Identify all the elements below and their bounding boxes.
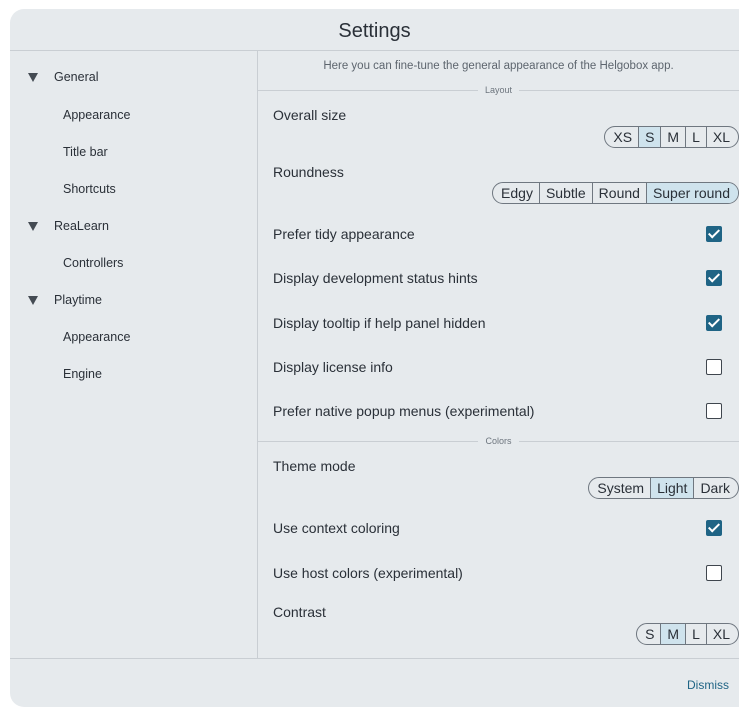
sidebar-item-playtime-appearance[interactable]: Appearance <box>63 327 130 347</box>
roundness-option-super-round[interactable]: Super round <box>645 183 738 203</box>
contrast-option-s[interactable]: S <box>637 624 660 644</box>
context-coloring-checkbox[interactable] <box>706 520 722 536</box>
sidebar-item-label: Playtime <box>54 293 102 307</box>
sidebar-item-shortcuts[interactable]: Shortcuts <box>63 179 116 199</box>
context-coloring-label: Use context coloring <box>273 520 400 536</box>
native-popup-label: Prefer native popup menus (experimental) <box>273 403 535 419</box>
tooltip-hidden-label: Display tooltip if help panel hidden <box>273 315 486 331</box>
dismiss-button[interactable]: Dismiss <box>687 678 729 692</box>
size-option-xl[interactable]: XL <box>705 127 738 147</box>
roundness-segmented: Edgy Subtle Round Super round <box>492 182 739 204</box>
host-colors-label: Use host colors (experimental) <box>273 565 463 581</box>
theme-mode-label: Theme mode <box>273 458 356 474</box>
overall-size-segmented: XS S M L XL <box>604 126 739 148</box>
theme-mode-segmented: System Light Dark <box>588 477 739 499</box>
contrast-option-m[interactable]: M <box>660 624 686 644</box>
expand-triangle-icon[interactable] <box>28 73 38 82</box>
roundness-option-subtle[interactable]: Subtle <box>538 183 592 203</box>
page-description: Here you can fine-tune the general appea… <box>323 60 674 72</box>
dev-status-hints-checkbox[interactable] <box>706 270 722 286</box>
roundness-option-round[interactable]: Round <box>591 183 646 203</box>
contrast-label: Contrast <box>273 604 326 620</box>
prefer-tidy-label: Prefer tidy appearance <box>273 226 415 242</box>
roundness-option-edgy[interactable]: Edgy <box>493 183 539 203</box>
dev-status-hints-label: Display development status hints <box>273 270 478 286</box>
contrast-option-xl[interactable]: XL <box>705 624 738 644</box>
tooltip-hidden-checkbox[interactable] <box>706 315 722 331</box>
expand-triangle-icon[interactable] <box>28 222 38 231</box>
license-info-label: Display license info <box>273 359 393 375</box>
sidebar-item-title-bar[interactable]: Title bar <box>63 142 108 162</box>
size-option-l[interactable]: L <box>685 127 706 147</box>
window-title: Settings <box>338 20 411 42</box>
colors-section-title: Colors <box>258 435 739 447</box>
prefer-tidy-checkbox[interactable] <box>706 226 722 242</box>
footer-divider <box>10 658 739 659</box>
contrast-option-l[interactable]: L <box>685 624 706 644</box>
size-option-s[interactable]: S <box>638 127 661 147</box>
size-option-xs[interactable]: XS <box>605 127 638 147</box>
host-colors-checkbox[interactable] <box>706 565 722 581</box>
layout-section-title: Layout <box>258 84 739 96</box>
sidebar-nav: General Appearance Title bar Shortcuts R… <box>10 51 258 658</box>
contrast-segmented: S M L XL <box>636 623 739 645</box>
sidebar-item-general-appearance[interactable]: Appearance <box>63 105 130 125</box>
theme-option-light[interactable]: Light <box>650 478 694 498</box>
sidebar-item-engine[interactable]: Engine <box>63 364 102 384</box>
sidebar-item-controllers[interactable]: Controllers <box>63 253 123 273</box>
settings-window: Settings General Appearance Title bar Sh… <box>10 9 739 707</box>
sidebar-item-label: ReaLearn <box>54 219 109 233</box>
theme-option-system[interactable]: System <box>589 478 650 498</box>
sidebar-item-label: General <box>54 70 99 84</box>
license-info-checkbox[interactable] <box>706 359 722 375</box>
native-popup-checkbox[interactable] <box>706 403 722 419</box>
overall-size-label: Overall size <box>273 107 347 123</box>
theme-option-dark[interactable]: Dark <box>693 478 738 498</box>
settings-content: Here you can fine-tune the general appea… <box>258 51 739 658</box>
roundness-label: Roundness <box>273 164 344 180</box>
size-option-m[interactable]: M <box>660 127 685 147</box>
expand-triangle-icon[interactable] <box>28 296 38 305</box>
